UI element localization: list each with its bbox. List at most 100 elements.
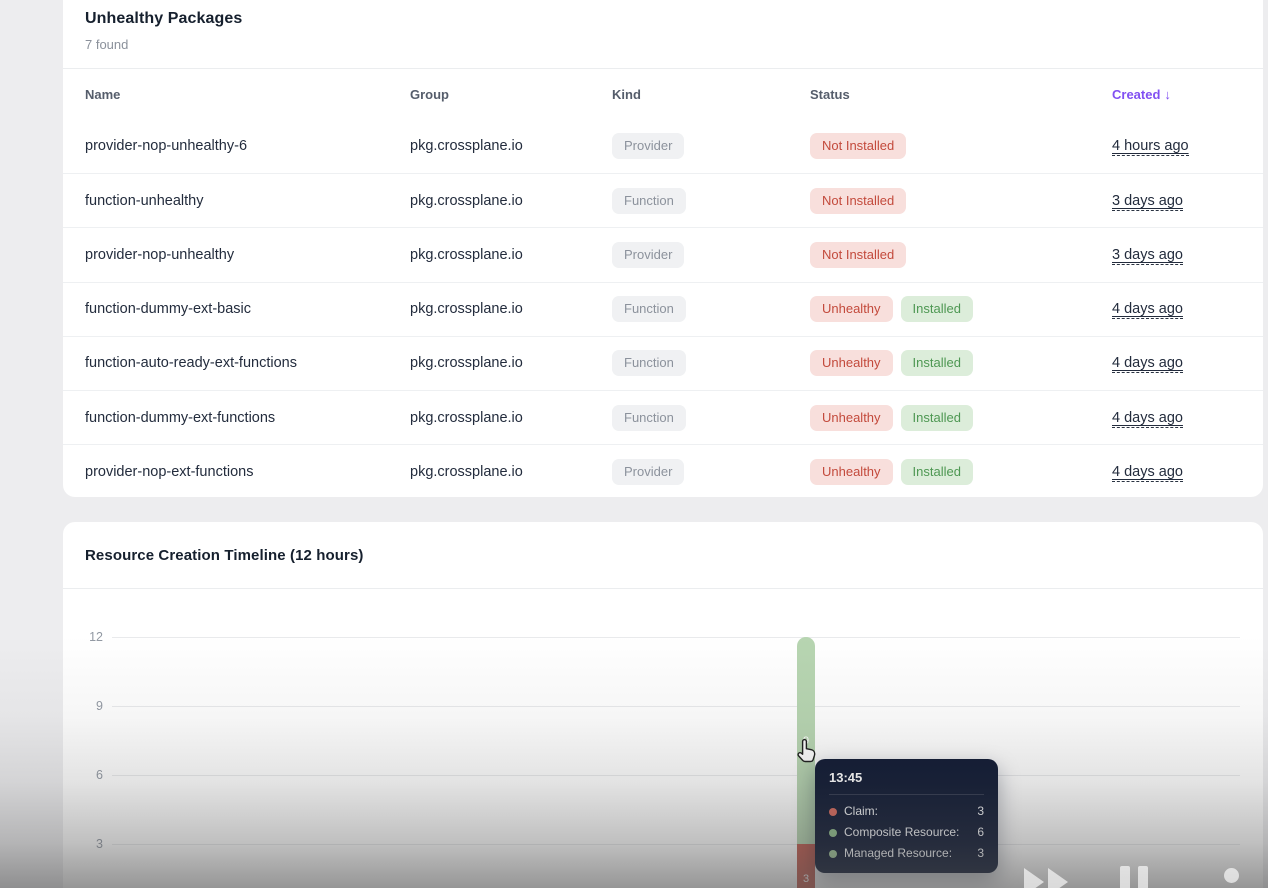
cell-package-name: function-dummy-ext-functions (85, 410, 410, 426)
cell-package-group: pkg.crossplane.io (410, 138, 612, 154)
sort-desc-arrow-icon: ↓ (1164, 87, 1171, 102)
cell-package-status: Not Installed (810, 188, 1112, 214)
cell-package-status: Unhealthy Installed (810, 459, 1112, 485)
cell-package-name: provider-nop-unhealthy-6 (85, 138, 410, 154)
created-time-link[interactable]: 4 hours ago (1112, 138, 1189, 156)
gridline (112, 775, 1240, 776)
cell-package-kind: Function (612, 350, 810, 376)
cell-package-kind: Provider (612, 242, 810, 268)
cell-package-group: pkg.crossplane.io (410, 193, 612, 209)
packages-card-title: Unhealthy Packages (85, 8, 1241, 30)
status-badge: Installed (901, 405, 973, 431)
tooltip-rows: Claim:3 Composite Resource: 6 Managed Resou… (829, 804, 984, 861)
status-badge: Unhealthy (810, 405, 893, 431)
table-row[interactable]: function-dummy-ext-basic pkg.crossplane.… (63, 282, 1263, 336)
status-badge: Not Installed (810, 242, 906, 268)
kind-badge: Provider (612, 242, 684, 268)
status-badge: Not Installed (810, 188, 906, 214)
cell-package-status: Unhealthy Installed (810, 296, 1112, 322)
created-time-link[interactable]: 4 days ago (1112, 464, 1183, 482)
cell-package-name: provider-nop-ext-functions (85, 464, 410, 480)
status-badge: Unhealthy (810, 296, 893, 322)
table-row[interactable]: provider-nop-ext-functions pkg.crossplan… (63, 444, 1263, 497)
y-axis-tick-label: 9 (63, 699, 103, 713)
tooltip-series-label: Managed Resource: (844, 846, 970, 861)
cell-package-created: 4 hours ago (1112, 137, 1241, 155)
cell-package-group: pkg.crossplane.io (410, 247, 612, 263)
cell-package-created: 3 days ago (1112, 192, 1241, 210)
tooltip-series-label: Composite Resource: (844, 825, 970, 840)
cell-package-kind: Function (612, 296, 810, 322)
cell-package-created: 4 days ago (1112, 409, 1241, 427)
cell-package-created: 4 days ago (1112, 300, 1241, 318)
created-time-link[interactable]: 3 days ago (1112, 247, 1183, 265)
cell-package-group: pkg.crossplane.io (410, 464, 612, 480)
cell-package-status: Not Installed (810, 133, 1112, 159)
cell-package-status: Unhealthy Installed (810, 350, 1112, 376)
table-row[interactable]: function-dummy-ext-functions pkg.crosspl… (63, 390, 1263, 444)
kind-badge: Function (612, 188, 686, 214)
status-badge: Installed (901, 296, 973, 322)
tooltip-series-row: Claim:3 (829, 804, 984, 819)
y-axis-tick-label: 6 (63, 768, 103, 782)
cell-package-created: 3 days ago (1112, 246, 1241, 264)
series-color-dot (829, 829, 837, 837)
column-header-status[interactable]: Status (810, 87, 1112, 102)
table-row[interactable]: provider-nop-unhealthy pkg.crossplane.io… (63, 227, 1263, 281)
table-row[interactable]: function-auto-ready-ext-functions pkg.cr… (63, 336, 1263, 390)
cell-package-kind: Provider (612, 459, 810, 485)
status-badge: Unhealthy (810, 459, 893, 485)
cell-package-group: pkg.crossplane.io (410, 355, 612, 371)
player-overlay (0, 862, 1268, 888)
cell-package-name: function-auto-ready-ext-functions (85, 355, 410, 371)
column-header-name[interactable]: Name (85, 87, 410, 102)
cell-package-status: Unhealthy Installed (810, 405, 1112, 431)
cell-package-name: function-unhealthy (85, 193, 410, 209)
timeline-card: Resource Creation Timeline (12 hours) 12… (63, 522, 1263, 888)
tooltip-series-label: Claim: (844, 804, 970, 819)
status-badge: Unhealthy (810, 350, 893, 376)
column-header-created-label: Created (1112, 87, 1160, 102)
created-time-link[interactable]: 3 days ago (1112, 193, 1183, 211)
status-badge: Not Installed (810, 133, 906, 159)
table-row[interactable]: provider-nop-unhealthy-6 pkg.crossplane.… (63, 119, 1263, 173)
tooltip-series-value: 6 (977, 825, 984, 840)
cell-package-created: 4 days ago (1112, 354, 1241, 372)
packages-card-header: Unhealthy Packages 7 found (63, 0, 1263, 54)
created-time-link[interactable]: 4 days ago (1112, 301, 1183, 319)
table-row[interactable]: function-unhealthy pkg.crossplane.io Fun… (63, 173, 1263, 227)
table-body: provider-nop-unhealthy-6 pkg.crossplane.… (63, 119, 1263, 497)
unhealthy-packages-card: Unhealthy Packages 7 found Name Group Ki… (63, 0, 1263, 497)
kind-badge: Provider (612, 133, 684, 159)
kind-badge: Provider (612, 459, 684, 485)
cell-package-name: provider-nop-unhealthy (85, 247, 410, 263)
created-time-link[interactable]: 4 days ago (1112, 410, 1183, 428)
column-header-group[interactable]: Group (410, 87, 612, 102)
cell-package-group: pkg.crossplane.io (410, 301, 612, 317)
kind-badge: Function (612, 296, 686, 322)
chart-tooltip: 13:45 Claim:3 Composite Resource: 6 Managed… (815, 759, 998, 873)
kind-badge: Function (612, 350, 686, 376)
cell-package-kind: Function (612, 405, 810, 431)
created-time-link[interactable]: 4 days ago (1112, 355, 1183, 373)
cell-package-kind: Provider (612, 133, 810, 159)
tooltip-time: 13:45 (829, 770, 984, 785)
hand-cursor-icon (795, 737, 821, 765)
record-dot-icon[interactable] (1224, 868, 1239, 883)
column-header-kind[interactable]: Kind (612, 87, 810, 102)
pause-icon[interactable] (1120, 866, 1148, 888)
status-badge: Installed (901, 350, 973, 376)
cell-package-status: Not Installed (810, 242, 1112, 268)
tooltip-divider (829, 794, 984, 795)
tooltip-series-row: Managed Resource:3 (829, 846, 984, 861)
kind-badge: Function (612, 405, 686, 431)
gridline (112, 706, 1240, 707)
column-header-created[interactable]: Created ↓ (1112, 87, 1241, 102)
status-badge: Installed (901, 459, 973, 485)
series-color-dot (829, 850, 837, 858)
table-header-row: Name Group Kind Status Created ↓ (63, 69, 1263, 119)
tooltip-series-row: Composite Resource: 6 (829, 825, 984, 840)
packages-count: 7 found (85, 36, 1241, 54)
timeline-bar-chart[interactable]: 1296339 (63, 589, 1263, 888)
fast-forward-icon[interactable] (1022, 866, 1074, 888)
